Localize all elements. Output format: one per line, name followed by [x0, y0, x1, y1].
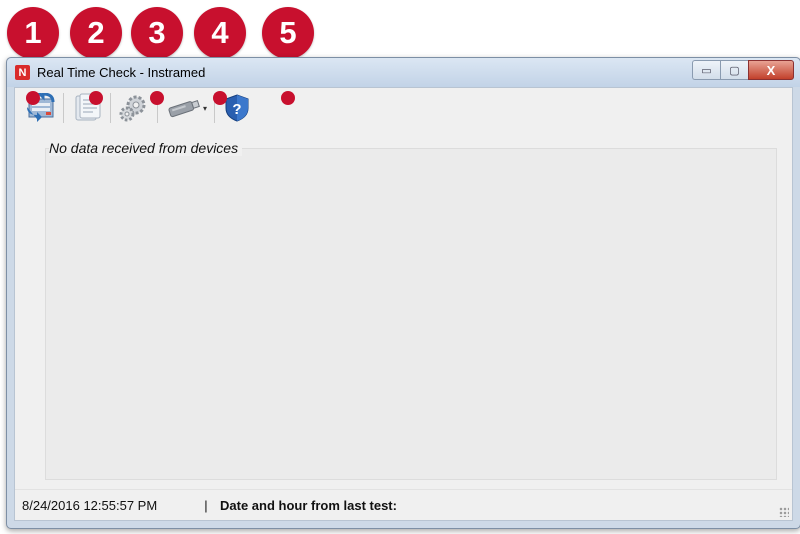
data-panel	[45, 148, 777, 480]
device-button[interactable]: ▾	[161, 90, 211, 126]
chevron-down-icon[interactable]: ▾	[203, 104, 207, 113]
usb-device-icon	[168, 100, 200, 118]
callout-1: 1	[7, 7, 59, 59]
callout-4: 4	[194, 7, 246, 59]
last-test-label: Date and hour from last test:	[220, 497, 397, 513]
maximize-button[interactable]: ▢	[720, 60, 748, 80]
status-separator: |	[204, 497, 208, 513]
svg-text:?: ?	[232, 101, 241, 118]
toolbar-separator	[63, 93, 64, 123]
no-data-message: No data received from devices	[49, 140, 243, 156]
callout-2: 2	[70, 7, 122, 59]
window-title: Real Time Check - Instramed	[37, 65, 206, 80]
client-area: ▾ ? No data received from devices 8/24/2…	[14, 87, 793, 521]
callout-3-pointer	[150, 91, 164, 105]
callout-4-pointer	[213, 91, 227, 105]
callout-1-pointer	[26, 91, 40, 105]
resize-grip-icon[interactable]	[779, 507, 789, 517]
toolbar-separator	[110, 93, 111, 123]
gears-icon	[119, 95, 146, 122]
window-controls: ▭ ▢ X	[692, 60, 794, 80]
status-timestamp: 8/24/2016 12:55:57 PM	[22, 497, 158, 513]
status-bar: 8/24/2016 12:55:57 PM | Date and hour fr…	[15, 489, 792, 520]
app-window: N Real Time Check - Instramed ▭ ▢ X ▾ ? …	[6, 57, 800, 529]
callout-5-pointer	[281, 91, 295, 105]
app-icon: N	[15, 65, 30, 80]
callout-3: 3	[131, 7, 183, 59]
callout-2-pointer	[89, 91, 103, 105]
title-bar[interactable]: N Real Time Check - Instramed ▭ ▢ X	[7, 58, 800, 87]
toolbar: ▾ ?	[15, 88, 792, 128]
settings-button[interactable]	[114, 90, 154, 126]
minimize-button[interactable]: ▭	[692, 60, 720, 80]
close-button[interactable]: X	[748, 60, 794, 80]
callout-5: 5	[262, 7, 314, 59]
